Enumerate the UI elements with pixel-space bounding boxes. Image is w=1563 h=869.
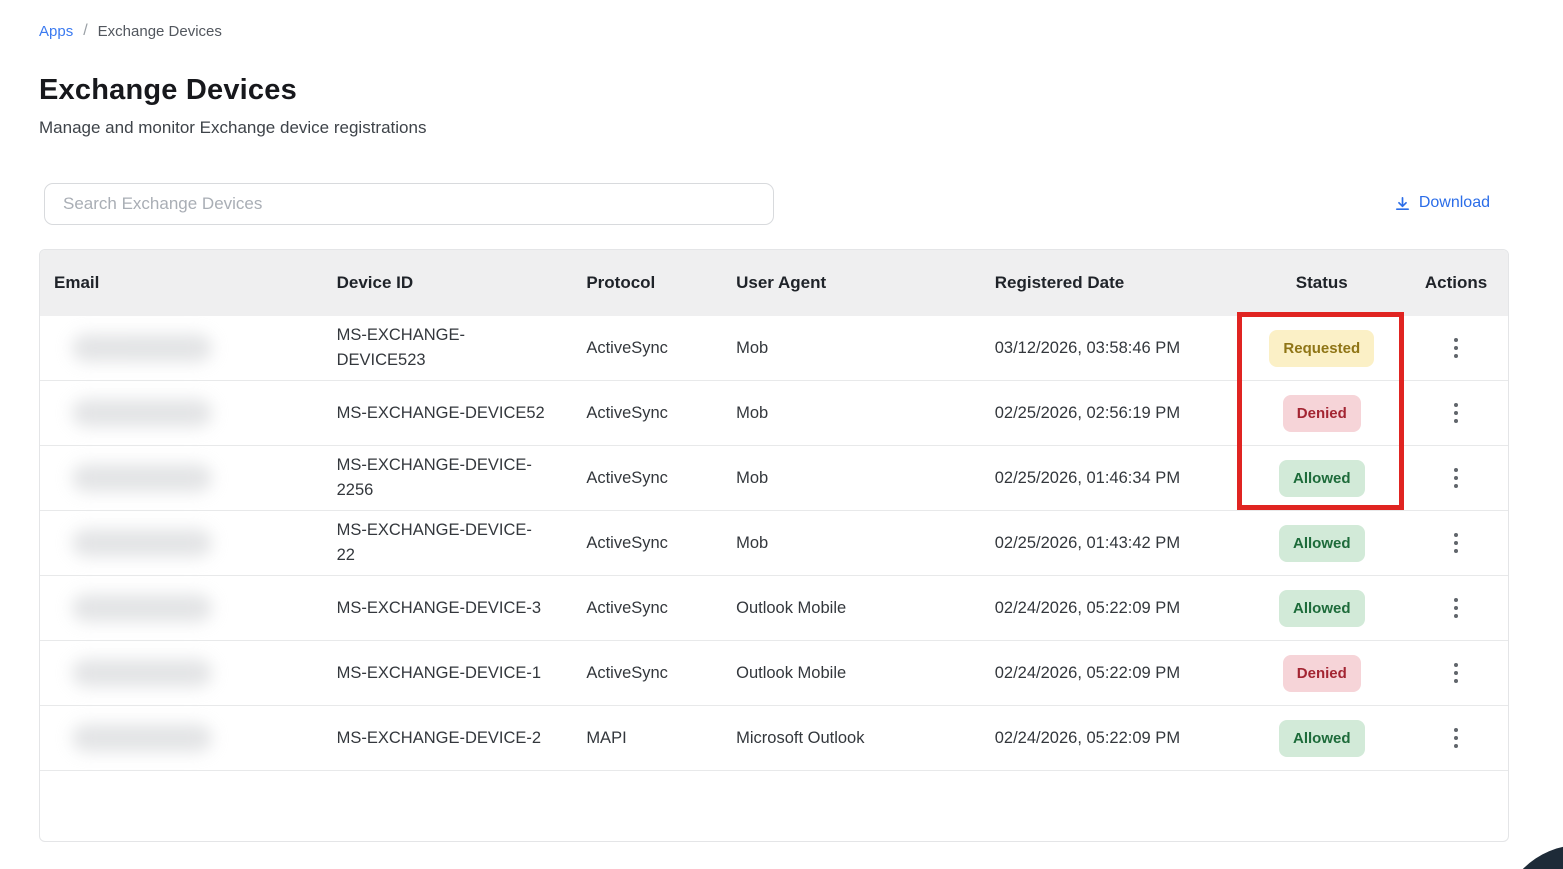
breadcrumb-separator: / [83, 22, 87, 40]
registered-date-cell: 02/24/2026, 05:22:09 PM [987, 726, 1240, 751]
breadcrumb-apps-link[interactable]: Apps [39, 23, 73, 40]
column-header-device-id: Device ID [325, 273, 575, 293]
corner-chat-widget-button[interactable] [1500, 845, 1563, 869]
redacted-email [72, 659, 212, 687]
table-row: MS-EXCHANGE-DEVICE-3 ActiveSync Outlook … [40, 576, 1508, 641]
email-cell [40, 399, 325, 427]
table-body: MS-EXCHANGE-DEVICE523 ActiveSync Mob 03/… [40, 316, 1508, 771]
download-icon [1394, 195, 1411, 212]
download-button[interactable]: Download [1394, 194, 1490, 212]
status-badge: Allowed [1279, 525, 1365, 562]
email-cell [40, 334, 325, 362]
row-actions-menu-button[interactable] [1448, 592, 1464, 624]
table-row: MS-EXCHANGE-DEVICE-22 ActiveSync Mob 02/… [40, 511, 1508, 576]
page-subtitle: Manage and monitor Exchange device regis… [39, 118, 426, 138]
user-agent-cell: Microsoft Outlook [724, 726, 987, 751]
actions-cell [1404, 592, 1508, 624]
protocol-cell: ActiveSync [574, 336, 724, 361]
status-cell: Allowed [1239, 590, 1404, 627]
row-actions-menu-button[interactable] [1448, 397, 1464, 429]
redacted-email [72, 334, 212, 362]
email-cell [40, 659, 325, 687]
row-actions-menu-button[interactable] [1448, 462, 1464, 494]
column-header-status: Status [1239, 273, 1404, 293]
registered-date-cell: 02/25/2026, 01:46:34 PM [987, 466, 1240, 491]
user-agent-cell: Outlook Mobile [724, 596, 987, 621]
row-actions-menu-button[interactable] [1448, 527, 1464, 559]
status-badge: Allowed [1279, 460, 1365, 497]
column-header-user-agent: User Agent [724, 273, 987, 293]
device-id-cell: MS-EXCHANGE-DEVICE-22 [325, 518, 575, 568]
protocol-cell: ActiveSync [574, 596, 724, 621]
table-header-row: Email Device ID Protocol User Agent Regi… [40, 250, 1508, 316]
exchange-devices-page: Apps / Exchange Devices Exchange Devices… [0, 0, 1563, 869]
page-title: Exchange Devices [39, 74, 297, 107]
exchange-devices-table: Email Device ID Protocol User Agent Regi… [39, 249, 1509, 842]
user-agent-cell: Mob [724, 336, 987, 361]
row-actions-menu-button[interactable] [1448, 657, 1464, 689]
user-agent-cell: Mob [724, 401, 987, 426]
table-row: MS-EXCHANGE-DEVICE52 ActiveSync Mob 02/2… [40, 381, 1508, 446]
table-row: MS-EXCHANGE-DEVICE-2 MAPI Microsoft Outl… [40, 706, 1508, 771]
status-cell: Denied [1239, 655, 1404, 692]
email-cell [40, 724, 325, 752]
status-badge: Requested [1269, 330, 1374, 367]
actions-cell [1404, 722, 1508, 754]
redacted-email [72, 399, 212, 427]
device-id-cell: MS-EXCHANGE-DEVICE523 [325, 323, 575, 373]
table-row: MS-EXCHANGE-DEVICE-1 ActiveSync Outlook … [40, 641, 1508, 706]
table-row: MS-EXCHANGE-DEVICE523 ActiveSync Mob 03/… [40, 316, 1508, 381]
email-cell [40, 464, 325, 492]
protocol-cell: ActiveSync [574, 661, 724, 686]
status-badge: Denied [1283, 655, 1361, 692]
registered-date-cell: 02/25/2026, 01:43:42 PM [987, 531, 1240, 556]
column-header-email: Email [40, 273, 325, 293]
redacted-email [72, 529, 212, 557]
redacted-email [72, 724, 212, 752]
status-badge: Allowed [1279, 590, 1365, 627]
user-agent-cell: Outlook Mobile [724, 661, 987, 686]
email-cell [40, 529, 325, 557]
registered-date-cell: 02/25/2026, 02:56:19 PM [987, 401, 1240, 426]
device-id-cell: MS-EXCHANGE-DEVICE-2 [325, 726, 575, 751]
registered-date-cell: 02/24/2026, 05:22:09 PM [987, 596, 1240, 621]
table-row: MS-EXCHANGE-DEVICE-2256 ActiveSync Mob 0… [40, 446, 1508, 511]
row-actions-menu-button[interactable] [1448, 332, 1464, 364]
actions-cell [1404, 657, 1508, 689]
status-cell: Allowed [1239, 525, 1404, 562]
protocol-cell: ActiveSync [574, 531, 724, 556]
column-header-registered-date: Registered Date [987, 273, 1240, 293]
user-agent-cell: Mob [724, 531, 987, 556]
protocol-cell: MAPI [574, 726, 724, 751]
column-header-protocol: Protocol [574, 273, 724, 293]
breadcrumb: Apps / Exchange Devices [39, 22, 222, 40]
actions-cell [1404, 332, 1508, 364]
device-id-cell: MS-EXCHANGE-DEVICE-2256 [325, 453, 575, 503]
protocol-cell: ActiveSync [574, 401, 724, 426]
status-badge: Denied [1283, 395, 1361, 432]
status-cell: Allowed [1239, 720, 1404, 757]
user-agent-cell: Mob [724, 466, 987, 491]
redacted-email [72, 594, 212, 622]
email-cell [40, 594, 325, 622]
registered-date-cell: 03/12/2026, 03:58:46 PM [987, 336, 1240, 361]
device-id-cell: MS-EXCHANGE-DEVICE52 [325, 401, 575, 426]
status-badge: Allowed [1279, 720, 1365, 757]
search-input[interactable] [44, 183, 774, 225]
protocol-cell: ActiveSync [574, 466, 724, 491]
device-id-cell: MS-EXCHANGE-DEVICE-1 [325, 661, 575, 686]
device-id-cell: MS-EXCHANGE-DEVICE-3 [325, 596, 575, 621]
actions-cell [1404, 462, 1508, 494]
row-actions-menu-button[interactable] [1448, 722, 1464, 754]
breadcrumb-current: Exchange Devices [98, 23, 222, 40]
download-label: Download [1419, 194, 1490, 212]
registered-date-cell: 02/24/2026, 05:22:09 PM [987, 661, 1240, 686]
status-cell: Denied [1239, 395, 1404, 432]
column-header-actions: Actions [1404, 273, 1508, 293]
status-cell: Requested [1239, 330, 1404, 367]
redacted-email [72, 464, 212, 492]
actions-cell [1404, 397, 1508, 429]
actions-cell [1404, 527, 1508, 559]
status-cell: Allowed [1239, 460, 1404, 497]
